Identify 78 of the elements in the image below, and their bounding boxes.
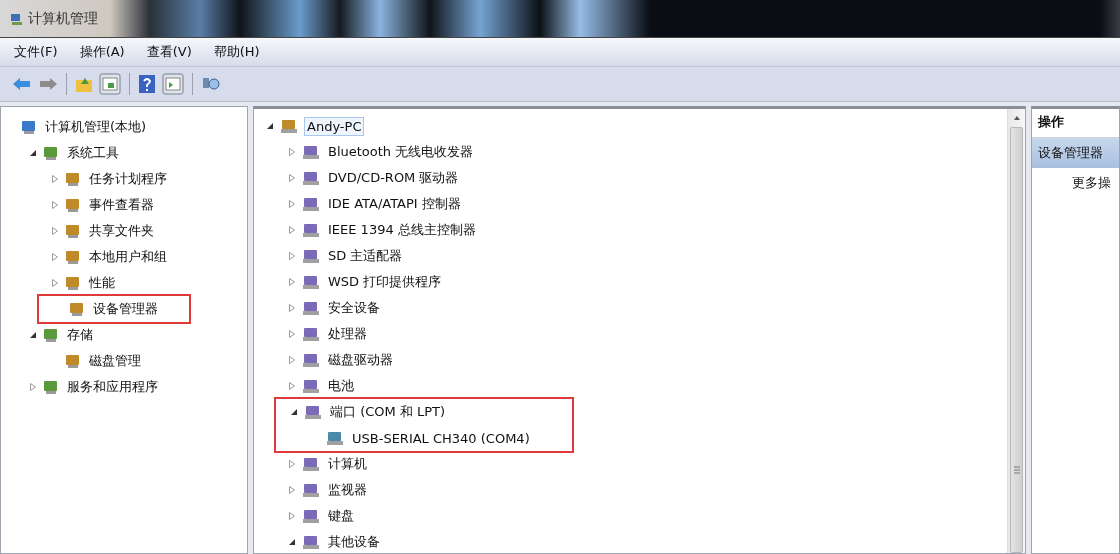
device-item[interactable]: IDE ATA/ATAPI 控制器 bbox=[326, 194, 463, 214]
grip-icon bbox=[1013, 466, 1020, 474]
window-title: 计算机管理 bbox=[28, 9, 98, 28]
forward-arrow-icon[interactable] bbox=[38, 77, 58, 91]
device-icon bbox=[302, 378, 320, 394]
menu-item[interactable]: 帮助(H) bbox=[213, 43, 260, 61]
device-icon bbox=[302, 482, 320, 498]
device-icon bbox=[65, 249, 81, 265]
device-item[interactable]: 其他设备 bbox=[326, 532, 382, 552]
help-icon[interactable] bbox=[138, 74, 156, 94]
device-item[interactable]: Andy-PC bbox=[304, 116, 365, 136]
tree-item[interactable]: 事件查看器 bbox=[87, 195, 156, 215]
device-icon bbox=[43, 327, 59, 343]
device-item[interactable]: 安全设备 bbox=[326, 298, 382, 318]
device-icon bbox=[69, 301, 85, 317]
device-icon bbox=[326, 430, 344, 446]
tree-item[interactable]: 共享文件夹 bbox=[87, 221, 156, 241]
expander-icon[interactable] bbox=[290, 408, 298, 416]
tree-item[interactable]: 磁盘管理 bbox=[87, 351, 143, 371]
menu-item[interactable]: 查看(V) bbox=[146, 43, 192, 61]
tree-item[interactable]: 计算机管理(本地) bbox=[43, 117, 149, 137]
device-icon bbox=[21, 119, 37, 135]
device-item[interactable]: DVD/CD-ROM 驱动器 bbox=[326, 168, 461, 188]
device-icon bbox=[280, 118, 298, 134]
tree-item[interactable]: 性能 bbox=[87, 273, 117, 293]
device-item[interactable]: IEEE 1394 总线主控制器 bbox=[326, 220, 478, 240]
action-item[interactable]: 设备管理器 bbox=[1032, 138, 1119, 168]
device-icon bbox=[302, 326, 320, 342]
device-icon bbox=[302, 144, 320, 160]
scroll-thumb[interactable] bbox=[1010, 127, 1023, 553]
menu-item[interactable]: 操作(A) bbox=[79, 43, 125, 61]
expander-icon[interactable] bbox=[29, 149, 37, 157]
device-icon bbox=[302, 456, 320, 472]
device-item[interactable]: USB-SERIAL CH340 (COM4) bbox=[350, 429, 532, 447]
device-icon bbox=[43, 379, 59, 395]
action-item[interactable]: 更多操 bbox=[1032, 168, 1119, 198]
device-item[interactable]: 监视器 bbox=[326, 480, 369, 500]
device-icon bbox=[302, 508, 320, 524]
tree-item[interactable]: 服务和应用程序 bbox=[65, 377, 160, 397]
tree-item[interactable]: 系统工具 bbox=[65, 143, 121, 163]
pane-toggle-icon[interactable] bbox=[99, 73, 121, 95]
device-icon bbox=[65, 353, 81, 369]
device-item[interactable]: WSD 打印提供程序 bbox=[326, 272, 444, 292]
expander-icon[interactable] bbox=[266, 122, 274, 130]
menu-item[interactable]: 文件(F) bbox=[14, 43, 58, 61]
device-item[interactable]: Bluetooth 无线电收发器 bbox=[326, 142, 476, 162]
pane-toggle-icon[interactable] bbox=[162, 73, 184, 95]
device-icon bbox=[302, 352, 320, 368]
tree-item[interactable]: 设备管理器 bbox=[91, 299, 160, 319]
device-item[interactable]: 键盘 bbox=[326, 506, 356, 526]
device-item[interactable]: 电池 bbox=[326, 376, 356, 396]
device-icon bbox=[43, 145, 59, 161]
tree-item[interactable]: 本地用户和组 bbox=[87, 247, 169, 267]
device-icon bbox=[302, 274, 320, 290]
device-icon bbox=[302, 534, 320, 550]
device-icon bbox=[65, 197, 81, 213]
device-item[interactable]: 处理器 bbox=[326, 324, 369, 344]
device-icon bbox=[302, 222, 320, 238]
expander-icon[interactable] bbox=[288, 538, 296, 546]
device-icon bbox=[65, 275, 81, 291]
expander-icon[interactable] bbox=[29, 331, 37, 339]
device-icon bbox=[304, 404, 322, 420]
device-icon bbox=[65, 223, 81, 239]
device-icon bbox=[302, 170, 320, 186]
device-item[interactable]: 磁盘驱动器 bbox=[326, 350, 395, 370]
scrollbar[interactable] bbox=[1007, 109, 1025, 553]
device-icon bbox=[302, 196, 320, 212]
device-icon bbox=[302, 300, 320, 316]
computer-icon bbox=[10, 11, 24, 26]
tree-item[interactable]: 存储 bbox=[65, 325, 95, 345]
device-item[interactable]: 计算机 bbox=[326, 454, 369, 474]
device-item[interactable]: SD 主适配器 bbox=[326, 246, 405, 266]
device-icon bbox=[302, 248, 320, 264]
device-item[interactable]: 端口 (COM 和 LPT) bbox=[328, 402, 448, 422]
back-arrow-icon[interactable] bbox=[12, 77, 32, 91]
tree-item[interactable]: 任务计划程序 bbox=[87, 169, 169, 189]
device-icon bbox=[65, 171, 81, 187]
scroll-up-icon[interactable] bbox=[1012, 115, 1021, 121]
